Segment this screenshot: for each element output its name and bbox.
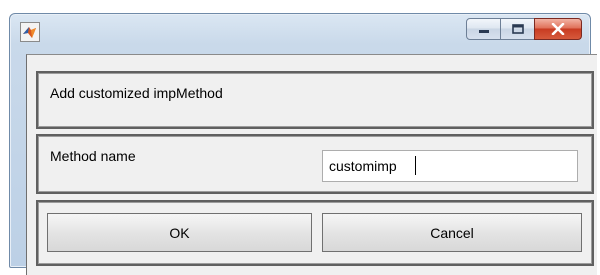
method-name-input[interactable] bbox=[322, 150, 578, 182]
dialog-window: Add customized impMethod Method name OK … bbox=[9, 13, 597, 275]
minimize-icon bbox=[478, 30, 489, 33]
window-controls bbox=[466, 18, 582, 40]
ok-button[interactable]: OK bbox=[47, 213, 312, 252]
maximize-icon bbox=[511, 24, 524, 34]
close-icon bbox=[551, 23, 565, 35]
matlab-logo-icon[interactable] bbox=[20, 22, 40, 42]
text-caret bbox=[415, 156, 416, 175]
dialog-heading: Add customized impMethod bbox=[50, 85, 223, 101]
header-panel: Add customized impMethod bbox=[36, 71, 594, 129]
minimize-button[interactable] bbox=[466, 18, 501, 40]
cancel-button[interactable]: Cancel bbox=[322, 213, 582, 252]
dialog-body: Add customized impMethod Method name OK … bbox=[26, 54, 597, 275]
method-name-panel: Method name bbox=[36, 134, 594, 194]
maximize-button[interactable] bbox=[500, 18, 535, 40]
close-button[interactable] bbox=[534, 18, 582, 40]
button-panel: OK Cancel bbox=[36, 200, 594, 266]
method-name-label: Method name bbox=[50, 148, 136, 164]
title-bar[interactable] bbox=[10, 14, 590, 54]
